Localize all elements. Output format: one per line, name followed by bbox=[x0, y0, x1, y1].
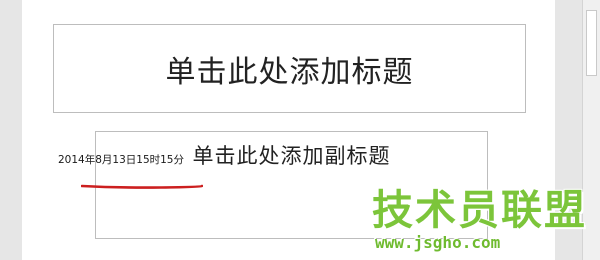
red-underline-annotation bbox=[81, 184, 203, 189]
inserted-date-text[interactable]: 2014年8月13日15时15分 bbox=[58, 154, 188, 167]
title-placeholder-box[interactable]: 单击此处添加标题 bbox=[53, 24, 526, 113]
scrollbar-thumb[interactable] bbox=[586, 10, 597, 76]
title-placeholder-text: 单击此处添加标题 bbox=[165, 54, 414, 90]
watermark-brand-text: 技术员联盟 bbox=[372, 186, 587, 234]
watermark-url-text: www.jsgho.com bbox=[375, 233, 501, 252]
editor-left-gutter bbox=[0, 0, 22, 260]
